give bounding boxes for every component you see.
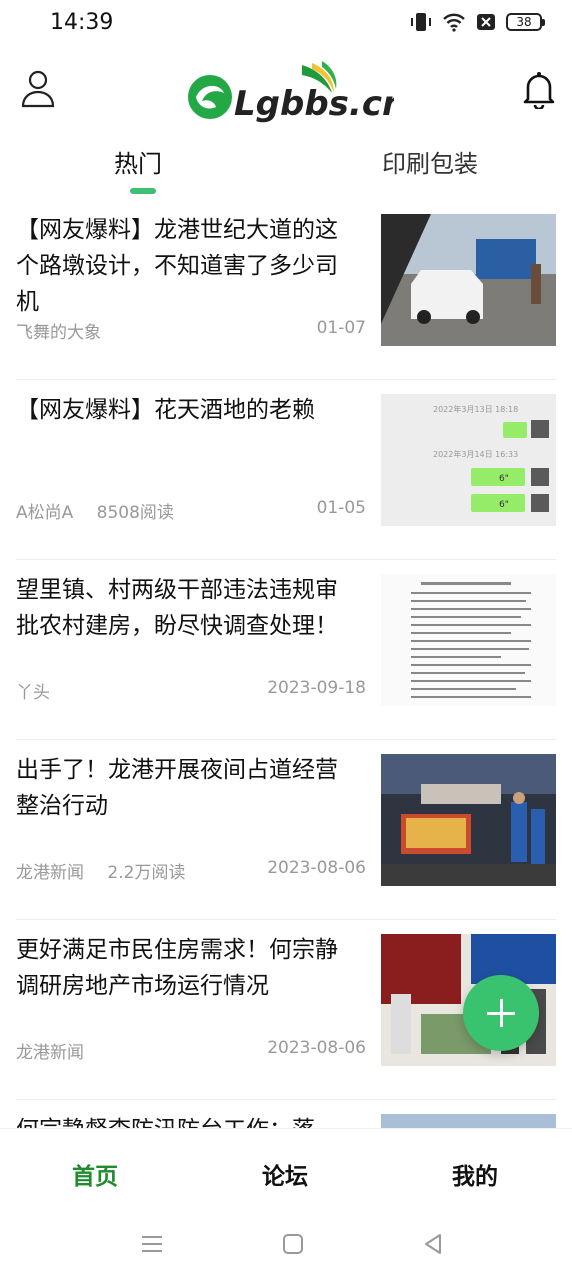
- post-title: 【网友爆料】龙港世纪大道的这个路墩设计，不知道害了多少司机: [16, 217, 338, 315]
- status-bar: 14:39 38: [0, 0, 572, 52]
- post-date: 2023-08-06: [267, 1038, 366, 1058]
- post-title: 更好满足市民住房需求！何宗静调研房地产市场运行情况: [16, 937, 338, 999]
- post-reads: 2.2万阅读: [107, 863, 186, 883]
- chat-timestamp: 2022年3月13日 18:18: [433, 404, 518, 414]
- post-item[interactable]: 何宗静督查防汛防台工作：落: [16, 1100, 556, 1128]
- post-meta: A松尚A 8508阅读 01-05: [16, 498, 366, 523]
- post-item[interactable]: 望里镇、村两级干部违法违规审批农村建房，盼尽快调查处理！ 丫头 2023-09-…: [16, 560, 556, 740]
- post-author: 飞舞的大象: [16, 323, 101, 343]
- voice-message-length: 6": [499, 500, 509, 510]
- post-thumbnail: [381, 214, 556, 346]
- battery-indicator: 38: [506, 13, 545, 31]
- chat-timestamp: 2022年3月14日 16:33: [433, 449, 518, 459]
- bottom-navigation: 首页 论坛 我的: [0, 1128, 572, 1218]
- category-tabs: 热门 印刷包装: [0, 140, 572, 200]
- tab-active-indicator: [130, 188, 156, 194]
- post-meta: 龙港新闻 2.2万阅读 2023-08-06: [16, 858, 366, 883]
- app-header: Lgbbs.cn: [0, 55, 572, 135]
- post-item[interactable]: 【网友爆料】花天酒地的老赖 A松尚A 8508阅读 01-05 2022年3月1…: [16, 380, 556, 560]
- post-author: 龙港新闻: [16, 1043, 84, 1063]
- bell-icon[interactable]: [522, 69, 556, 109]
- menu-icon[interactable]: [140, 1232, 164, 1256]
- nav-forum[interactable]: 论坛: [262, 1157, 308, 1191]
- post-author: 龙港新闻: [16, 863, 84, 883]
- new-post-button[interactable]: [463, 975, 539, 1051]
- post-title: 【网友爆料】花天酒地的老赖: [16, 397, 315, 423]
- wifi-icon: [443, 13, 465, 32]
- post-title: 出手了！龙港开展夜间占道经营整治行动: [16, 757, 338, 819]
- status-icons: 38: [410, 12, 545, 32]
- post-thumbnail: [381, 574, 556, 706]
- nav-home[interactable]: 首页: [72, 1157, 118, 1191]
- post-date: 2023-08-06: [267, 858, 366, 878]
- post-date: 01-07: [316, 318, 366, 338]
- post-item[interactable]: 【网友爆料】龙港世纪大道的这个路墩设计，不知道害了多少司机 飞舞的大象 01-0…: [16, 200, 556, 380]
- post-thumbnail: [381, 754, 556, 886]
- post-item[interactable]: 出手了！龙港开展夜间占道经营整治行动 龙港新闻 2.2万阅读 2023-08-0…: [16, 740, 556, 920]
- voice-message-length: 6": [499, 474, 509, 484]
- post-title: 何宗静督查防汛防台工作：落: [16, 1112, 356, 1128]
- back-icon[interactable]: [422, 1232, 444, 1256]
- post-title: 望里镇、村两级干部违法违规审批农村建房，盼尽快调查处理！: [16, 577, 338, 639]
- home-square-icon[interactable]: [282, 1232, 304, 1256]
- post-meta: 丫头 2023-09-18: [16, 678, 366, 703]
- post-date: 2023-09-18: [267, 678, 366, 698]
- post-reads: 8508阅读: [96, 503, 174, 523]
- post-author: A松尚A: [16, 503, 74, 523]
- post-meta: 龙港新闻 2023-08-06: [16, 1038, 366, 1063]
- lgbbs-logo: Lgbbs.cn: [188, 61, 394, 124]
- logo-text: Lgbbs.cn: [234, 84, 394, 124]
- vibrate-icon: [411, 13, 431, 31]
- user-icon[interactable]: [20, 69, 56, 109]
- status-time: 14:39: [50, 10, 114, 35]
- system-navigation-bar: [0, 1218, 572, 1280]
- tab-print-packaging[interactable]: 印刷包装: [382, 144, 478, 179]
- nav-mine[interactable]: 我的: [452, 1157, 498, 1191]
- post-date: 01-05: [316, 498, 366, 518]
- post-meta: 飞舞的大象 01-07: [16, 318, 366, 343]
- post-thumbnail: 2022年3月13日 18:18 2022年3月14日 16:33 6" 6": [381, 394, 556, 526]
- no-sim-icon: [477, 14, 495, 30]
- post-author: 丫头: [16, 683, 50, 703]
- post-thumbnail: [381, 1114, 556, 1128]
- tab-hot[interactable]: 热门: [114, 144, 162, 179]
